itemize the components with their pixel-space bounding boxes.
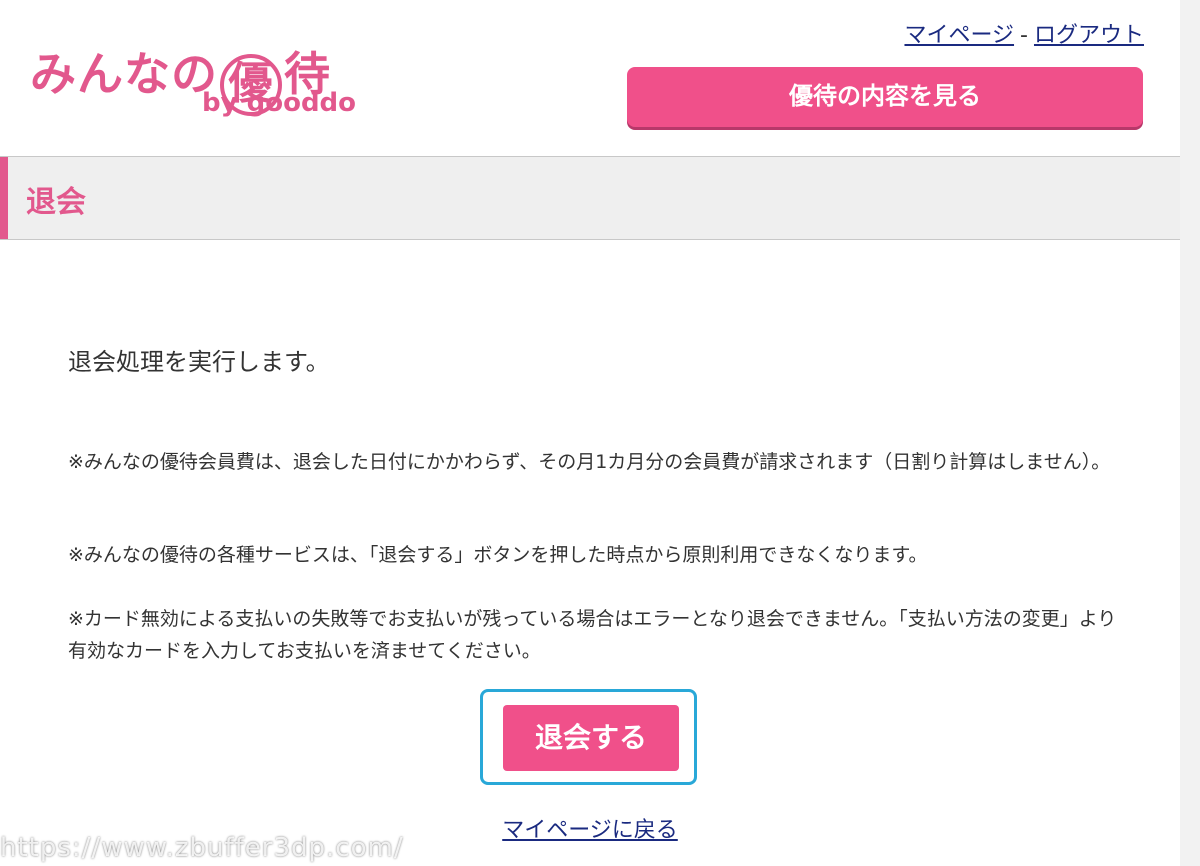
logout-link[interactable]: ログアウト — [1034, 23, 1144, 48]
note-payment: ※カード無効による支払いの失敗等でお支払いが残っている場合はエラーとなり退会でき… — [68, 608, 1117, 662]
site-logo[interactable]: みんなの優待 by gooddo — [30, 14, 360, 124]
link-separator: - — [1020, 23, 1028, 48]
section-header: 退会 — [0, 156, 1180, 240]
watermark: https://www.zbuffer3dp.com/ — [0, 833, 404, 863]
note-billing: ※みんなの優待会員費は、退会した日付にかかわらず、その月1カ月分の会員費が請求さ… — [68, 451, 1111, 473]
page-title: 退会 — [26, 185, 86, 220]
note-service: ※みんなの優待の各種サービスは、「退会する」ボタンを押した時点から原則利用できな… — [68, 544, 928, 566]
mypage-link[interactable]: マイページ — [904, 23, 1014, 48]
scrollbar-track[interactable] — [1180, 0, 1200, 866]
logo-text-before: みんなの — [30, 47, 218, 101]
withdrawal-page: みんなの優待 by gooddo マイページ - ログアウト 優待の内容を見る 退会… — [0, 0, 1200, 866]
view-benefits-button[interactable]: 優待の内容を見る — [627, 67, 1143, 127]
back-to-mypage-link[interactable]: マイページに戻る — [502, 818, 678, 843]
header-links: マイページ - ログアウト — [904, 17, 1144, 49]
logo-subtitle: by gooddo — [202, 88, 357, 118]
withdraw-button[interactable]: 退会する — [503, 705, 679, 771]
lead-text: 退会処理を実行します。 — [68, 348, 330, 376]
